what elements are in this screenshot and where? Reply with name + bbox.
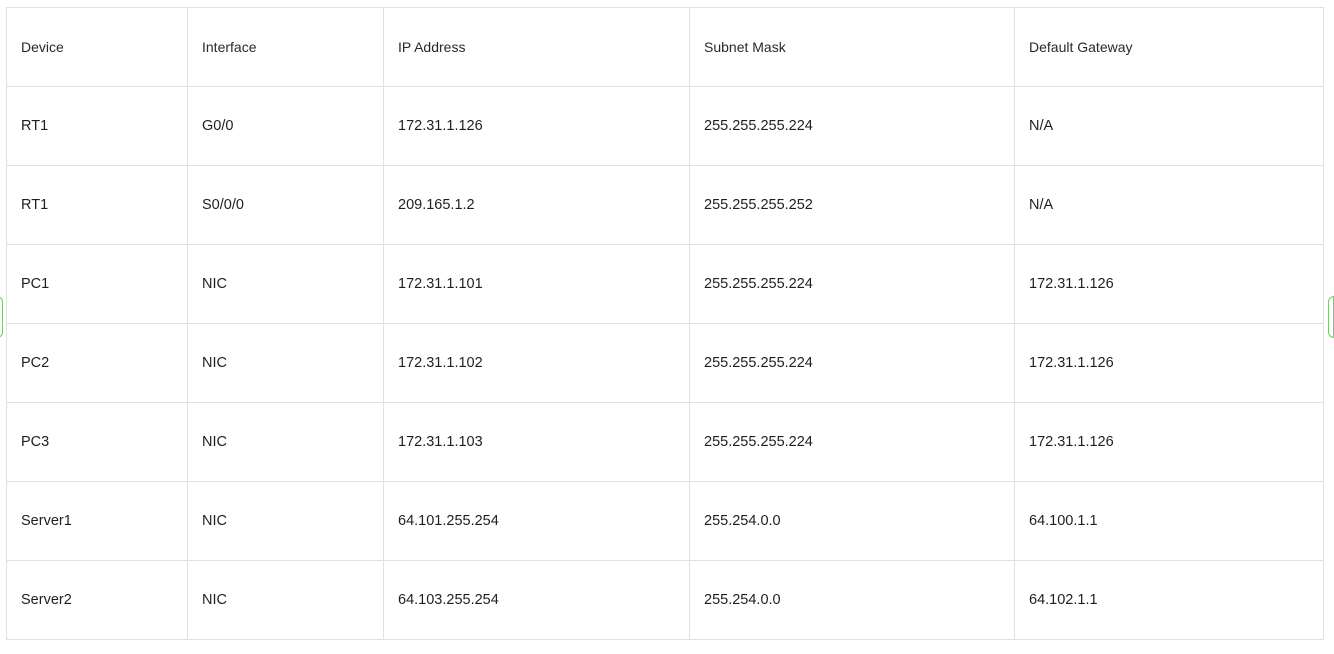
- cell-subnet-mask: 255.255.255.224: [689, 402, 1015, 482]
- table-row: Server1 NIC 64.101.255.254 255.254.0.0 6…: [6, 481, 1324, 561]
- table-row: PC2 NIC 172.31.1.102 255.255.255.224 172…: [6, 323, 1324, 403]
- cell-subnet-mask: 255.255.255.252: [689, 165, 1015, 245]
- cell-subnet-mask: 255.254.0.0: [689, 560, 1015, 640]
- cell-default-gateway: 64.102.1.1: [1014, 560, 1324, 640]
- addressing-table-container: Device Interface IP Address Subnet Mask …: [6, 7, 1324, 640]
- cell-default-gateway: 64.100.1.1: [1014, 481, 1324, 561]
- table-header-row: Device Interface IP Address Subnet Mask …: [6, 7, 1324, 87]
- cell-default-gateway: N/A: [1014, 86, 1324, 166]
- right-resize-handle[interactable]: [1328, 296, 1334, 338]
- header-device: Device: [6, 7, 188, 87]
- left-resize-handle[interactable]: [0, 296, 3, 338]
- cell-ip-address: 64.101.255.254: [383, 481, 690, 561]
- table-row: PC3 NIC 172.31.1.103 255.255.255.224 172…: [6, 402, 1324, 482]
- cell-device: RT1: [6, 165, 188, 245]
- cell-interface: NIC: [187, 323, 384, 403]
- cell-interface: NIC: [187, 560, 384, 640]
- cell-device: PC3: [6, 402, 188, 482]
- cell-ip-address: 172.31.1.101: [383, 244, 690, 324]
- cell-interface: NIC: [187, 481, 384, 561]
- cell-ip-address: 64.103.255.254: [383, 560, 690, 640]
- cell-ip-address: 209.165.1.2: [383, 165, 690, 245]
- cell-device: RT1: [6, 86, 188, 166]
- addressing-table: Device Interface IP Address Subnet Mask …: [6, 7, 1324, 640]
- cell-interface: G0/0: [187, 86, 384, 166]
- table-row: RT1 S0/0/0 209.165.1.2 255.255.255.252 N…: [6, 165, 1324, 245]
- cell-subnet-mask: 255.255.255.224: [689, 86, 1015, 166]
- table-row: RT1 G0/0 172.31.1.126 255.255.255.224 N/…: [6, 86, 1324, 166]
- header-interface: Interface: [187, 7, 384, 87]
- cell-ip-address: 172.31.1.102: [383, 323, 690, 403]
- cell-device: PC2: [6, 323, 188, 403]
- cell-ip-address: 172.31.1.126: [383, 86, 690, 166]
- cell-default-gateway: 172.31.1.126: [1014, 244, 1324, 324]
- cell-ip-address: 172.31.1.103: [383, 402, 690, 482]
- cell-interface: NIC: [187, 244, 384, 324]
- cell-subnet-mask: 255.255.255.224: [689, 244, 1015, 324]
- header-default-gateway: Default Gateway: [1014, 7, 1324, 87]
- cell-device: Server2: [6, 560, 188, 640]
- table-row: PC1 NIC 172.31.1.101 255.255.255.224 172…: [6, 244, 1324, 324]
- cell-subnet-mask: 255.255.255.224: [689, 323, 1015, 403]
- table-row: Server2 NIC 64.103.255.254 255.254.0.0 6…: [6, 560, 1324, 640]
- header-subnet-mask: Subnet Mask: [689, 7, 1015, 87]
- cell-device: PC1: [6, 244, 188, 324]
- cell-device: Server1: [6, 481, 188, 561]
- cell-default-gateway: 172.31.1.126: [1014, 323, 1324, 403]
- cell-subnet-mask: 255.254.0.0: [689, 481, 1015, 561]
- cell-default-gateway: 172.31.1.126: [1014, 402, 1324, 482]
- page: Device Interface IP Address Subnet Mask …: [0, 0, 1334, 654]
- cell-interface: S0/0/0: [187, 165, 384, 245]
- header-ip-address: IP Address: [383, 7, 690, 87]
- cell-interface: NIC: [187, 402, 384, 482]
- cell-default-gateway: N/A: [1014, 165, 1324, 245]
